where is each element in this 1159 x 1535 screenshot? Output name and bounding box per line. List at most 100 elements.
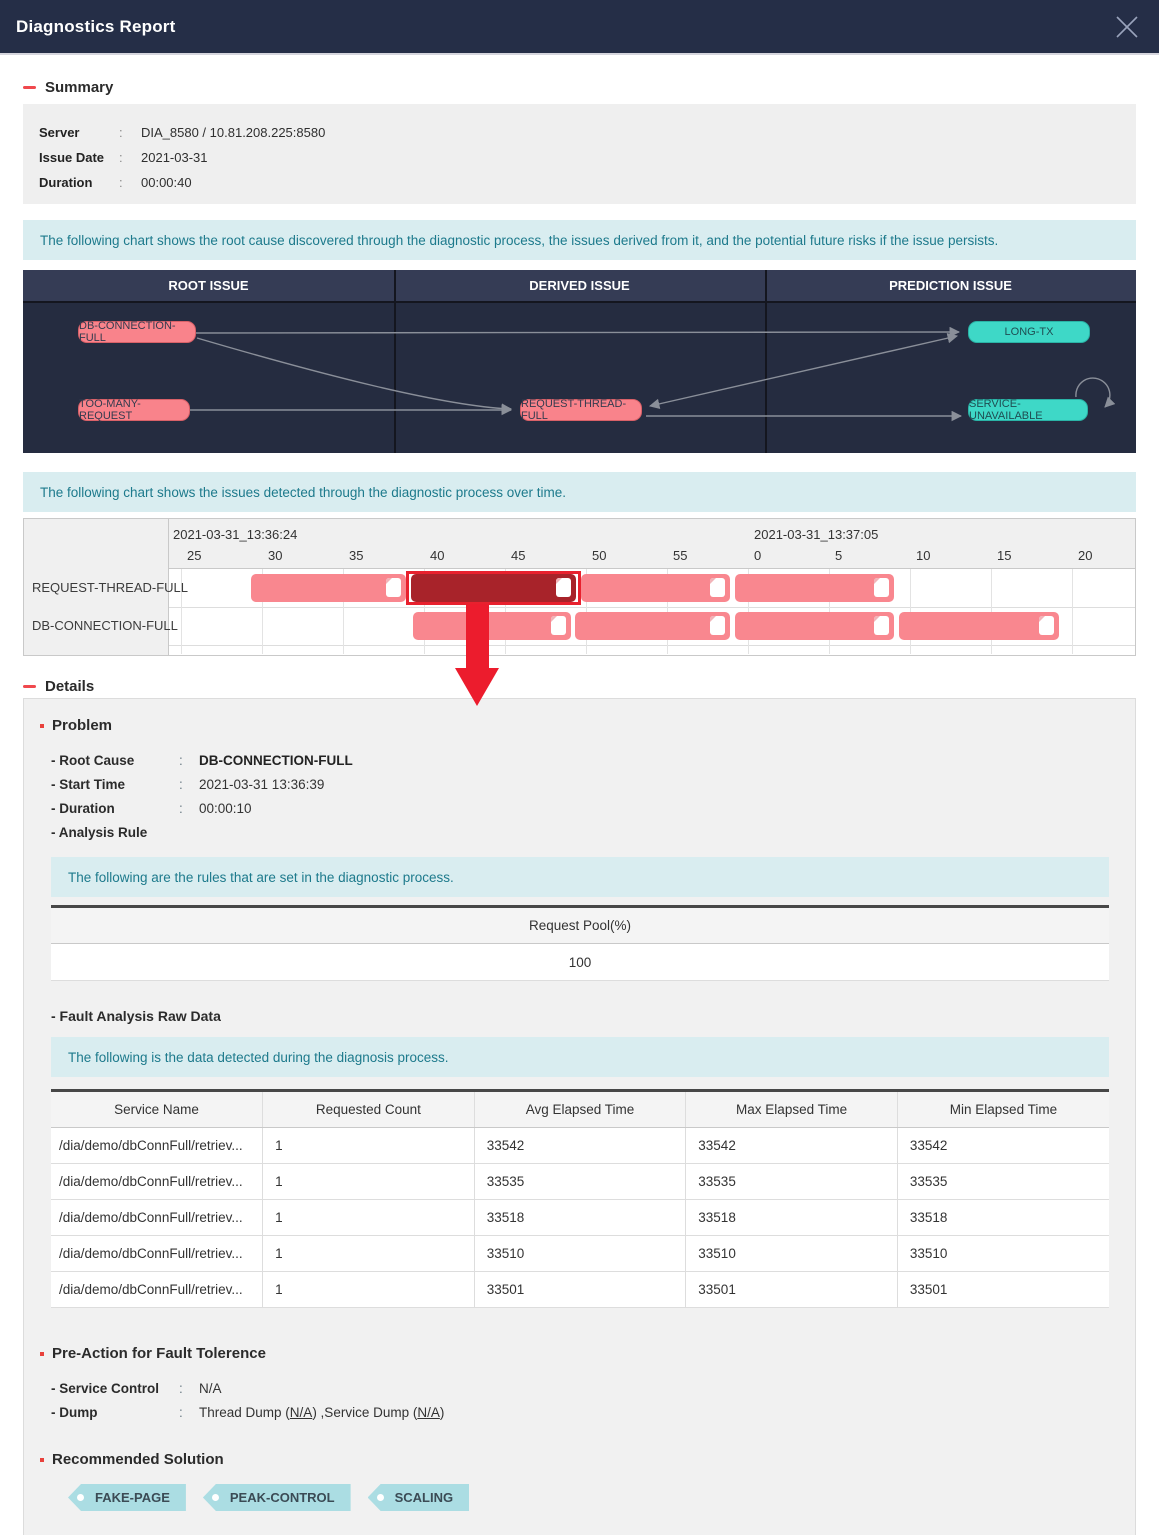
raw-cell-value: 1 (263, 1272, 475, 1308)
problem-row-value: 2021-03-31 13:36:39 (199, 777, 324, 792)
summary-title: Summary (45, 79, 113, 96)
raw-cell-service-name: /dia/demo/dbConnFull/retriev... (51, 1272, 263, 1308)
document-icon[interactable] (874, 578, 889, 597)
thread-dump-link[interactable]: N/A (290, 1405, 313, 1420)
raw-cell-value: 33542 (897, 1128, 1109, 1164)
summary-row-label: Duration (39, 175, 119, 190)
raw-cell-service-name: /dia/demo/dbConnFull/retriev... (51, 1164, 263, 1200)
timeline-tick-label: 50 (592, 548, 606, 563)
summary-row-value: 00:00:40 (141, 175, 192, 190)
document-icon[interactable] (386, 578, 401, 597)
document-icon[interactable] (874, 616, 889, 635)
summary-row-value: DIA_8580 / 10.81.208.225:8580 (141, 125, 325, 140)
raw-table-row: /dia/demo/dbConnFull/retriev...133542335… (51, 1128, 1109, 1164)
timeline-tick-label: 35 (349, 548, 363, 563)
summary-row: Issue Date:2021-03-31 (39, 145, 1120, 170)
timeline-tick-label: 40 (430, 548, 444, 563)
close-icon (1112, 12, 1142, 42)
document-icon[interactable] (1039, 616, 1054, 635)
document-icon[interactable] (710, 578, 725, 597)
timeline-tick-label: 15 (997, 548, 1011, 563)
timeline-tick-label: 25 (187, 548, 201, 563)
summary-row-label: Issue Date (39, 150, 119, 165)
raw-table-header: Max Elapsed Time (686, 1091, 898, 1128)
timeline-bar[interactable] (735, 574, 894, 602)
fault-raw-data-table: Service NameRequested CountAvg Elapsed T… (51, 1089, 1109, 1308)
colon: : (119, 125, 141, 140)
raw-cell-service-name: /dia/demo/dbConnFull/retriev... (51, 1236, 263, 1272)
details-section-heading: Details (23, 677, 1136, 695)
problem-row-value: DB-CONNECTION-FULL (199, 753, 353, 768)
timeline-bar[interactable] (581, 574, 730, 602)
solution-chip-scaling[interactable]: SCALING (368, 1484, 470, 1511)
issue-flow-header: ROOT ISSUE DERIVED ISSUE PREDICTION ISSU… (23, 270, 1136, 301)
preaction-row-label: - Service Control (51, 1381, 179, 1396)
raw-cell-value: 33510 (474, 1236, 686, 1272)
solution-chip-fake-page[interactable]: FAKE-PAGE (68, 1484, 186, 1511)
recommended-heading: Recommended Solution (40, 1451, 1119, 1468)
row-divider (24, 607, 1135, 608)
fault-raw-banner: The following is the data detected durin… (51, 1037, 1109, 1077)
fault-raw-banner-text: The following is the data detected durin… (68, 1050, 449, 1065)
problem-row-label: - Start Time (51, 777, 179, 792)
service-dump-link[interactable]: N/A (417, 1405, 440, 1420)
summary-row-value: 2021-03-31 (141, 150, 208, 165)
raw-cell-value: 33501 (897, 1272, 1109, 1308)
raw-cell-value: 33518 (474, 1200, 686, 1236)
recommended-title: Recommended Solution (52, 1451, 224, 1468)
raw-cell-value: 1 (263, 1164, 475, 1200)
timeline-bar[interactable] (413, 612, 572, 640)
row-divider (24, 645, 1135, 646)
details-title: Details (45, 678, 94, 695)
preaction-text: ) ,Service Dump ( (312, 1405, 417, 1420)
solution-chip-peak-control[interactable]: PEAK-CONTROL (203, 1484, 351, 1511)
timeline-bar[interactable] (251, 574, 407, 602)
timeline-tick-label: 30 (268, 548, 282, 563)
issue-flow-diagram: ROOT ISSUE DERIVED ISSUE PREDICTION ISSU… (23, 270, 1136, 453)
colon: : (179, 1405, 199, 1420)
raw-table-header: Requested Count (263, 1091, 475, 1128)
preaction-rows: - Service Control:N/A- Dump:Thread Dump … (51, 1376, 1119, 1424)
preaction-row-label: - Dump (51, 1405, 179, 1420)
document-icon[interactable] (710, 616, 725, 635)
column-divider (394, 270, 396, 453)
raw-table-header: Avg Elapsed Time (474, 1091, 686, 1128)
analysis-rule-banner: The following are the rules that are set… (51, 857, 1109, 897)
problem-row: - Start Time:2021-03-31 13:36:39 (51, 772, 1119, 796)
column-divider (765, 270, 767, 453)
raw-cell-value: 33535 (686, 1164, 898, 1200)
preaction-heading: Pre-Action for Fault Tolerence (40, 1345, 1119, 1362)
drilldown-arrow-head (455, 668, 499, 706)
column-root-issue: ROOT ISSUE (23, 270, 394, 301)
timeline-banner-text: The following chart shows the issues det… (40, 485, 566, 500)
timeline-tick-label: 0 (754, 548, 761, 563)
timeline-bar[interactable] (575, 612, 731, 640)
raw-table-row: /dia/demo/dbConnFull/retriev...133518335… (51, 1200, 1109, 1236)
raw-cell-service-name: /dia/demo/dbConnFull/retriev... (51, 1200, 263, 1236)
header-divider (23, 301, 1136, 303)
raw-cell-value: 1 (263, 1236, 475, 1272)
analysis-rule-table: Request Pool(%) 100 (51, 905, 1109, 981)
problem-title: Problem (52, 717, 112, 734)
document-icon[interactable] (551, 616, 566, 635)
drilldown-arrow (466, 604, 489, 670)
problem-row-label: - Analysis Rule (51, 825, 179, 840)
timeline-bar[interactable] (735, 612, 894, 640)
raw-cell-service-name: /dia/demo/dbConnFull/retriev... (51, 1128, 263, 1164)
timeline-bar[interactable] (899, 612, 1059, 640)
rule-table-header: Request Pool(%) (51, 907, 1109, 944)
column-prediction-issue: PREDICTION ISSUE (765, 270, 1136, 301)
colon: : (179, 753, 199, 768)
timeline-row-label: DB-CONNECTION-FULL (32, 618, 178, 633)
colon: : (119, 150, 141, 165)
document-icon[interactable] (556, 578, 571, 597)
timeline-bar[interactable] (411, 574, 576, 602)
problem-row: - Analysis Rule (51, 820, 1119, 844)
colon: : (119, 175, 141, 190)
close-button[interactable] (1109, 9, 1145, 45)
preaction-text: N/A (199, 1381, 222, 1396)
node-long-tx: LONG-TX (968, 321, 1090, 343)
raw-table-row: /dia/demo/dbConnFull/retriev...133510335… (51, 1236, 1109, 1272)
preaction-text: ) (440, 1405, 445, 1420)
section-dash-icon (23, 685, 36, 688)
